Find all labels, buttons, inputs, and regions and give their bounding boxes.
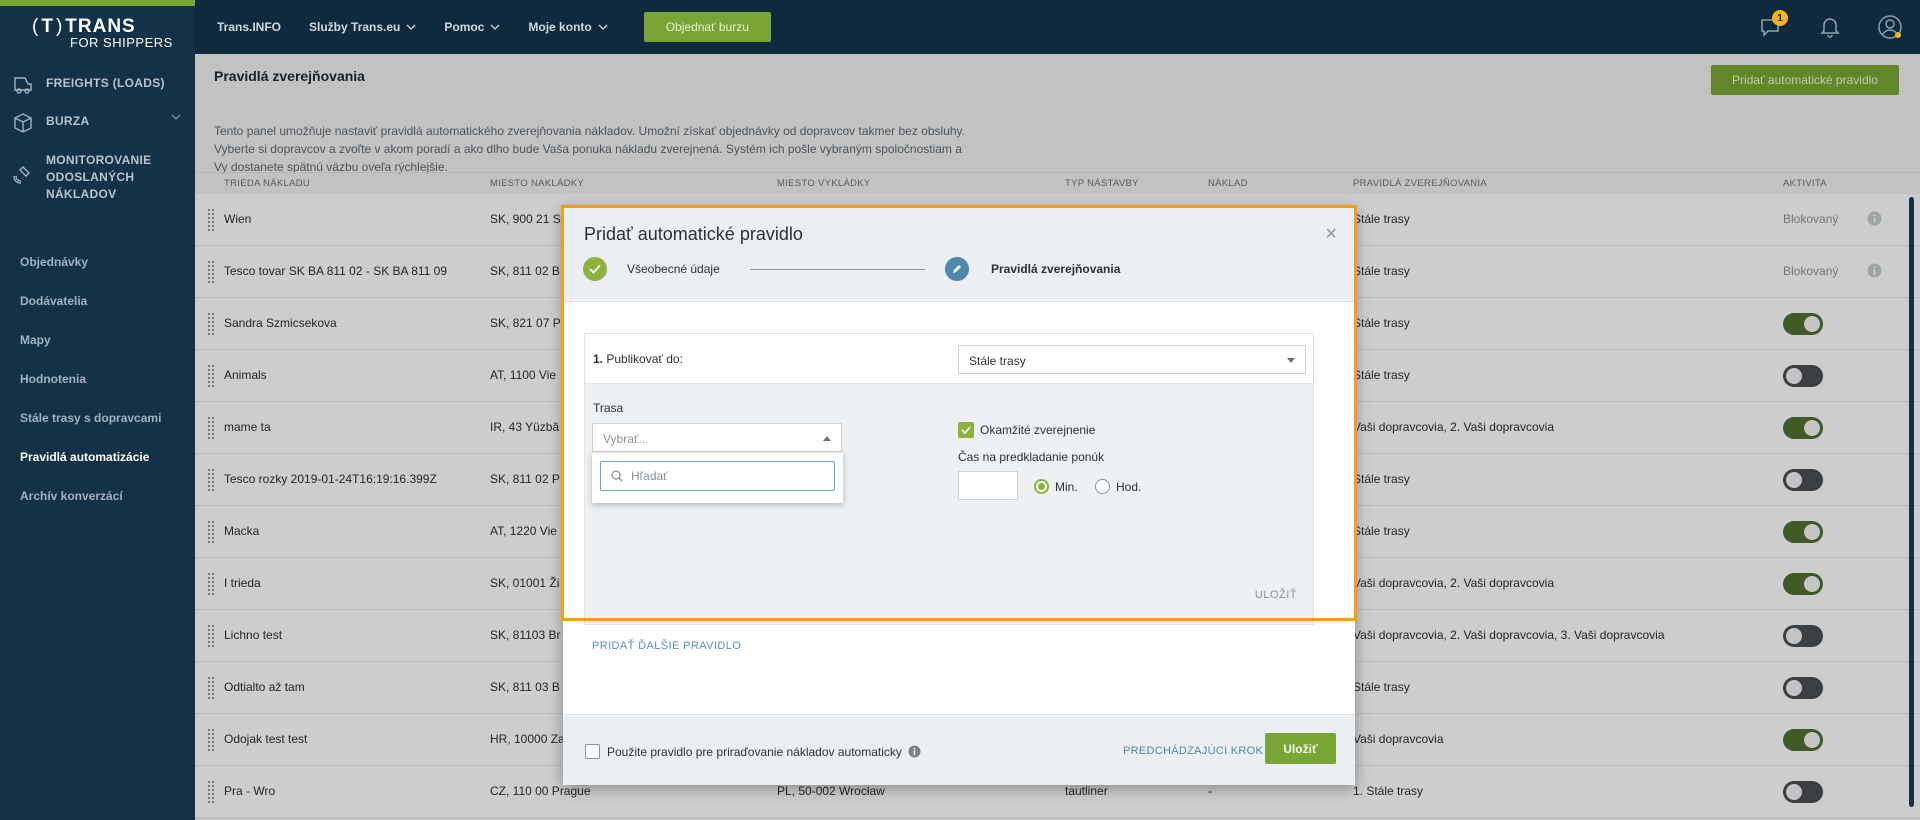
add-rule-modal: Pridať automatické pravidlo × Všeobecné … <box>561 205 1357 785</box>
step-general[interactable]: Všeobecné údaje <box>583 257 720 281</box>
radio-label: Min. <box>1055 479 1078 494</box>
search-placeholder: Hľadať <box>631 469 668 483</box>
profile-button[interactable] <box>1860 14 1920 40</box>
previous-step-link[interactable]: PREDCHÁDZAJÚCI KROK <box>1123 745 1263 757</box>
nav-label: Moje konto <box>528 20 592 34</box>
save-rule-link[interactable]: ULOŽIŤ <box>1255 589 1297 601</box>
chevron-down-icon <box>490 24 500 30</box>
step-label: Všeobecné údaje <box>627 262 720 276</box>
publish-select[interactable]: Stále trasy <box>958 345 1306 374</box>
step-publishing-rules[interactable]: Pravidlá zverejňovania <box>945 257 1120 281</box>
step-connector <box>750 269 925 270</box>
checkbox-label: Použite pravidlo pre priraďovanie náklad… <box>607 744 902 759</box>
sidebar-item-label-line: NÁKLADOV <box>46 187 117 201</box>
modal-header: Pridať automatické pravidlo × Všeobecné … <box>563 207 1355 302</box>
caret-up-icon <box>823 436 831 441</box>
box-icon <box>14 113 32 133</box>
add-another-rule-link[interactable]: PRIDAŤ ĎALŠIE PRAVIDLO <box>592 640 741 652</box>
modal-title: Pridať automatické pravidlo <box>584 224 803 244</box>
route-select-placeholder: Vybrať... <box>603 432 649 446</box>
logo-subtitle: FOR SHIPPERS <box>70 35 173 50</box>
satellite-icon <box>13 166 30 184</box>
sidebar-item-label: FREIGHTS (LOADS) <box>46 76 165 90</box>
offer-time-label: Čas na predkladanie ponúk <box>958 450 1105 464</box>
route-select[interactable]: Vybrať... <box>592 423 842 452</box>
checkbox-icon <box>585 744 600 759</box>
close-icon[interactable]: × <box>1325 223 1337 246</box>
chevron-down-icon <box>598 24 608 30</box>
nav-my-account[interactable]: Moje konto <box>528 20 608 34</box>
caret-down-icon <box>1287 358 1295 363</box>
auto-assign-checkbox[interactable]: Použite pravidlo pre priraďovanie náklad… <box>585 744 921 759</box>
top-bar: Trans.INFO Služby Trans.eu Pomoc Moje ko… <box>195 0 1920 54</box>
nav-label: Služby Trans.eu <box>309 20 401 34</box>
nav-trans-info[interactable]: Trans.INFO <box>217 20 281 34</box>
publish-select-value: Stále trasy <box>969 354 1026 368</box>
order-burza-button[interactable]: Objednať burzu <box>643 12 771 42</box>
publish-label: Publikovať do: <box>606 352 683 366</box>
nav-services[interactable]: Služby Trans.eu <box>309 20 416 34</box>
notification-badge: 1 <box>1772 10 1788 26</box>
sidebar-item-fixed-routes[interactable]: Stále trasy s dopravcami <box>20 411 161 450</box>
step-label: Pravidlá zverejňovania <box>991 262 1121 276</box>
messages-button[interactable]: 1 <box>1740 10 1800 38</box>
route-dropdown: Hľadať <box>592 453 843 503</box>
rule-number: 1. <box>593 352 604 366</box>
sidebar-main-menu: FREIGHTS (LOADS) BURZA MONITOROVANIE ODO… <box>0 76 195 224</box>
rule-header: 1. Publikovať do: Stále trasy <box>585 334 1313 384</box>
radio-icon <box>1095 479 1110 494</box>
save-button[interactable]: Uložiť <box>1265 733 1336 764</box>
top-nav: Trans.INFO Služby Trans.eu Pomoc Moje ko… <box>195 0 771 54</box>
sidebar-item-ratings[interactable]: Hodnotenia <box>20 372 161 411</box>
sidebar-item-label: BURZA <box>46 114 90 128</box>
sidebar-item-suppliers[interactable]: Dodávatelia <box>20 294 161 333</box>
sidebar-sub-menu: Objednávky Dodávatelia Mapy Hodnotenia S… <box>20 255 161 528</box>
bell-icon <box>1820 18 1840 38</box>
logo[interactable]: (T) TRANS FOR SHIPPERS <box>30 16 173 50</box>
sidebar: (T) TRANS FOR SHIPPERS FREIGHTS (LOADS) B… <box>0 0 195 820</box>
checkbox-label: Okamžité zverejnenie <box>980 423 1096 437</box>
sidebar-item-label-line: MONITOROVANIE <box>46 153 152 167</box>
rule-panel: 1. Publikovať do: Stále trasy Trasa Vybr… <box>584 333 1314 625</box>
route-label: Trasa <box>593 401 624 415</box>
notifications-button[interactable] <box>1800 16 1860 38</box>
top-right-icons: 1 <box>1740 0 1920 54</box>
modal-footer: Použite pravidlo pre priraďovanie náklad… <box>563 714 1355 785</box>
pencil-icon <box>945 257 969 281</box>
offer-time-input[interactable] <box>958 471 1018 500</box>
check-icon <box>583 257 607 281</box>
sidebar-item-monitoring[interactable]: MONITOROVANIE ODOSLANÝCH NÁKLADOV <box>0 152 195 224</box>
radio-selected-icon <box>1034 479 1049 494</box>
checkbox-checked-icon <box>958 422 974 438</box>
radio-hours[interactable]: Hod. <box>1095 479 1141 494</box>
sidebar-item-automation-rules[interactable]: Pravidlá automatizácie <box>20 450 161 489</box>
rule-publish-label: 1. Publikovať do: <box>593 352 683 366</box>
user-avatar-icon <box>1878 15 1902 39</box>
chevron-down-icon <box>171 114 181 120</box>
route-search-input[interactable]: Hľadať <box>600 461 835 491</box>
nav-label: Trans.INFO <box>217 20 282 34</box>
search-icon <box>611 470 623 482</box>
sidebar-accent-line <box>0 0 195 6</box>
sidebar-item-freights[interactable]: FREIGHTS (LOADS) <box>0 76 195 114</box>
sidebar-item-archive[interactable]: Archív konverzácí <box>20 489 161 528</box>
nav-label: Pomoc <box>444 20 485 34</box>
immediate-publish-checkbox[interactable]: Okamžité zverejnenie <box>958 422 1095 438</box>
nav-help[interactable]: Pomoc <box>444 20 500 34</box>
sidebar-item-maps[interactable]: Mapy <box>20 333 161 372</box>
info-icon[interactable] <box>908 745 921 758</box>
freight-icon <box>14 77 32 94</box>
sidebar-item-burza[interactable]: BURZA <box>0 113 195 152</box>
sidebar-item-orders[interactable]: Objednávky <box>20 255 161 294</box>
chevron-down-icon <box>406 24 416 30</box>
radio-minutes[interactable]: Min. <box>1034 479 1078 494</box>
radio-label: Hod. <box>1116 479 1142 494</box>
sidebar-item-label-line: ODOSLANÝCH <box>46 170 135 184</box>
